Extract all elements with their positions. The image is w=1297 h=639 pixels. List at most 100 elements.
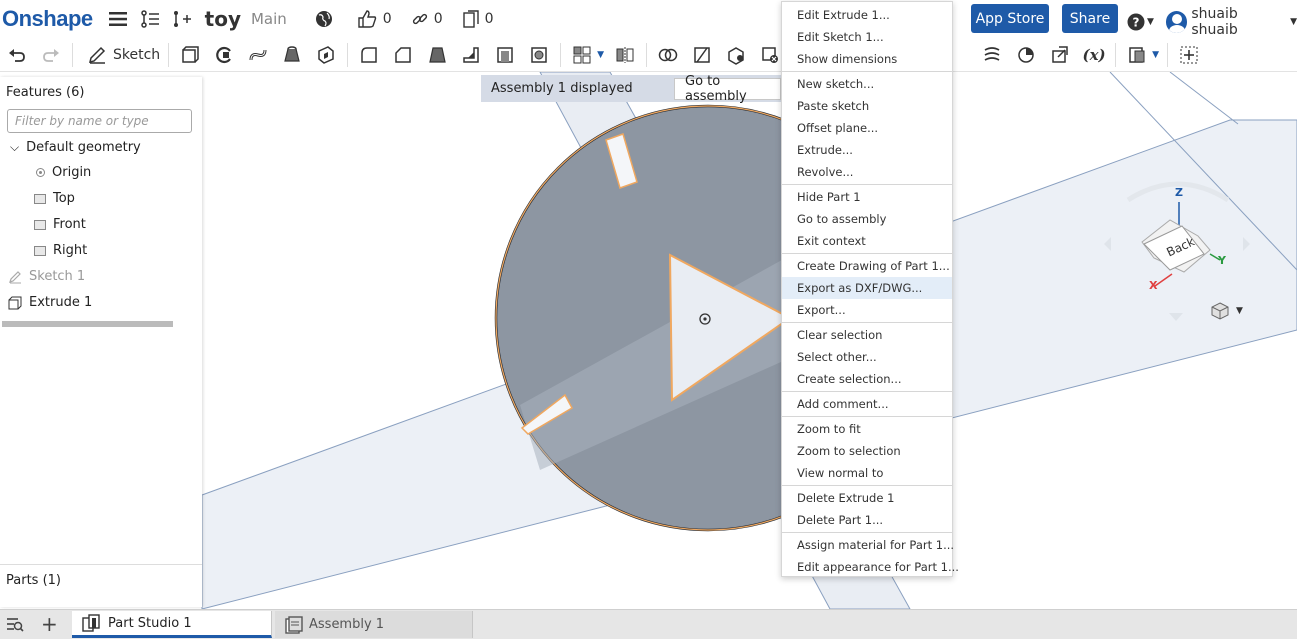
revolve-icon[interactable] <box>211 42 237 68</box>
add-tab-icon[interactable]: + <box>41 614 58 634</box>
variable-icon[interactable]: (x) <box>1081 42 1107 68</box>
hamburger-menu-icon[interactable] <box>107 8 129 30</box>
globe-icon[interactable] <box>313 8 335 30</box>
thumbs-up-icon <box>358 10 376 28</box>
draft-icon[interactable] <box>424 42 450 68</box>
delete-part-icon[interactable] <box>757 42 783 68</box>
like-button[interactable]: 0 <box>357 10 392 28</box>
chamfer-icon[interactable] <box>390 42 416 68</box>
pencil-icon <box>88 46 106 64</box>
menu-item-view-normal-to[interactable]: View normal to <box>782 462 952 484</box>
undo-icon[interactable] <box>4 42 30 68</box>
menu-item-add-comment[interactable]: Add comment... <box>782 393 952 415</box>
parts-title[interactable]: Parts (1) <box>6 573 61 588</box>
custom-features-icon[interactable] <box>1124 42 1150 68</box>
right-plane-row[interactable]: Right <box>34 243 87 258</box>
go-to-assembly-button[interactable]: Go to assembly <box>674 74 781 104</box>
menu-item-go-to-assembly[interactable]: Go to assembly <box>782 208 952 230</box>
fillet-icon[interactable] <box>356 42 382 68</box>
menu-item-zoom-to-fit[interactable]: Zoom to fit <box>782 418 952 440</box>
default-geometry-label: Default geometry <box>26 140 141 155</box>
redo-icon[interactable] <box>38 42 64 68</box>
top-bar: Onshape toy Main 0 0 0 App Store Share ?… <box>0 0 1297 38</box>
sketch-label: Sketch <box>113 46 161 63</box>
view-cube[interactable]: Z Back Y X <box>1130 184 1240 294</box>
sheet-metal-icon[interactable] <box>979 42 1005 68</box>
branch-name: Main <box>250 10 287 28</box>
chevron-down-icon[interactable]: ⌵ <box>10 140 19 155</box>
user-menu[interactable]: ? ▼ shuaib shuaib ▼ <box>1127 6 1297 38</box>
links-button[interactable]: 0 <box>412 11 443 27</box>
document-title[interactable]: toy <box>205 7 241 31</box>
menu-item-extrude[interactable]: Extrude... <box>782 139 952 161</box>
top-plane-row[interactable]: Top <box>34 191 75 206</box>
copy-count: 0 <box>484 11 494 27</box>
mirror-icon[interactable] <box>612 42 638 68</box>
chevron-down-icon[interactable]: ▼ <box>597 50 604 60</box>
menu-item-edit-extrude[interactable]: Edit Extrude 1... <box>782 4 952 26</box>
help-icon[interactable]: ? ▼ <box>1127 13 1154 31</box>
sketch-button[interactable]: Sketch <box>87 45 160 65</box>
chevron-down-icon[interactable]: ▼ <box>1152 50 1159 60</box>
menu-item-new-sketch[interactable]: New sketch... <box>782 73 952 95</box>
shell-icon[interactable] <box>492 42 518 68</box>
onshape-logo[interactable]: Onshape <box>2 6 93 32</box>
app-store-button[interactable]: App Store <box>971 4 1049 33</box>
transform-icon[interactable] <box>723 42 749 68</box>
default-geometry-row[interactable]: ⌵ Default geometry <box>10 140 141 155</box>
horizontal-scrollbar[interactable] <box>2 321 173 327</box>
menu-item-export-dxf-dwg[interactable]: Export as DXF/DWG... <box>782 277 952 299</box>
measure-icon[interactable] <box>1013 42 1039 68</box>
menu-item-edit-appearance[interactable]: Edit appearance for Part 1... <box>782 556 959 578</box>
origin-row[interactable]: Origin <box>36 165 91 180</box>
add-custom-feature-icon[interactable] <box>1176 42 1202 68</box>
menu-item-create-drawing[interactable]: Create Drawing of Part 1... <box>782 255 952 277</box>
extrude-1-row[interactable]: Extrude 1 <box>8 295 92 310</box>
menu-item-delete-extrude[interactable]: Delete Extrude 1 <box>782 487 952 509</box>
menu-item-select-other[interactable]: Select other... <box>782 346 952 368</box>
menu-item-show-dimensions[interactable]: Show dimensions <box>782 48 952 70</box>
menu-item-exit-context[interactable]: Exit context <box>782 230 952 252</box>
front-plane-row[interactable]: Front <box>34 217 86 232</box>
hole-icon[interactable] <box>526 42 552 68</box>
view-options-button[interactable]: ▼ <box>1210 301 1243 321</box>
user-name[interactable]: shuaib shuaib <box>1191 6 1286 38</box>
tab-assembly[interactable]: Assembly 1 <box>275 611 473 638</box>
menu-item-export[interactable]: Export... <box>782 299 952 321</box>
copies-button[interactable]: 0 <box>462 10 494 28</box>
sketch-1-label: Sketch 1 <box>29 269 86 284</box>
split-icon[interactable] <box>689 42 715 68</box>
menu-item-zoom-to-selection[interactable]: Zoom to selection <box>782 440 952 462</box>
menu-item-revolve[interactable]: Revolve... <box>782 161 952 183</box>
menu-separator <box>782 532 952 533</box>
sweep-icon[interactable] <box>245 42 271 68</box>
menu-item-assign-material[interactable]: Assign material for Part 1... <box>782 534 954 556</box>
axis-y-label: Y <box>1218 254 1226 267</box>
boolean-icon[interactable] <box>655 42 681 68</box>
menu-separator <box>782 416 952 417</box>
link-icon <box>412 13 427 25</box>
top-plane-label: Top <box>53 191 75 206</box>
avatar[interactable] <box>1165 11 1188 33</box>
branch-icon[interactable] <box>171 8 193 30</box>
menu-item-hide-part[interactable]: Hide Part 1 <box>782 186 952 208</box>
thicken-icon[interactable] <box>313 42 339 68</box>
loft-icon[interactable] <box>279 42 305 68</box>
menu-item-edit-sketch[interactable]: Edit Sketch 1... <box>782 26 952 48</box>
tab-manager-icon[interactable] <box>6 616 24 635</box>
menu-item-offset-plane[interactable]: Offset plane... <box>782 117 952 139</box>
menu-item-delete-part[interactable]: Delete Part 1... <box>782 509 952 531</box>
share-button[interactable]: Share <box>1062 4 1118 33</box>
extrude-icon[interactable] <box>177 42 203 68</box>
rib-icon[interactable] <box>458 42 484 68</box>
insert-icon[interactable] <box>1047 42 1073 68</box>
menu-item-create-selection[interactable]: Create selection... <box>782 368 952 390</box>
tab-label: Part Studio 1 <box>108 615 192 631</box>
tab-part-studio[interactable]: Part Studio 1 <box>72 611 272 638</box>
menu-item-paste-sketch[interactable]: Paste sketch <box>782 95 952 117</box>
feature-filter-input[interactable]: Filter by name or type <box>7 109 192 133</box>
pattern-icon[interactable] <box>569 42 595 68</box>
sketch-1-row[interactable]: Sketch 1 <box>8 269 85 284</box>
version-graph-icon[interactable] <box>139 8 161 30</box>
menu-item-clear-selection[interactable]: Clear selection <box>782 324 952 346</box>
